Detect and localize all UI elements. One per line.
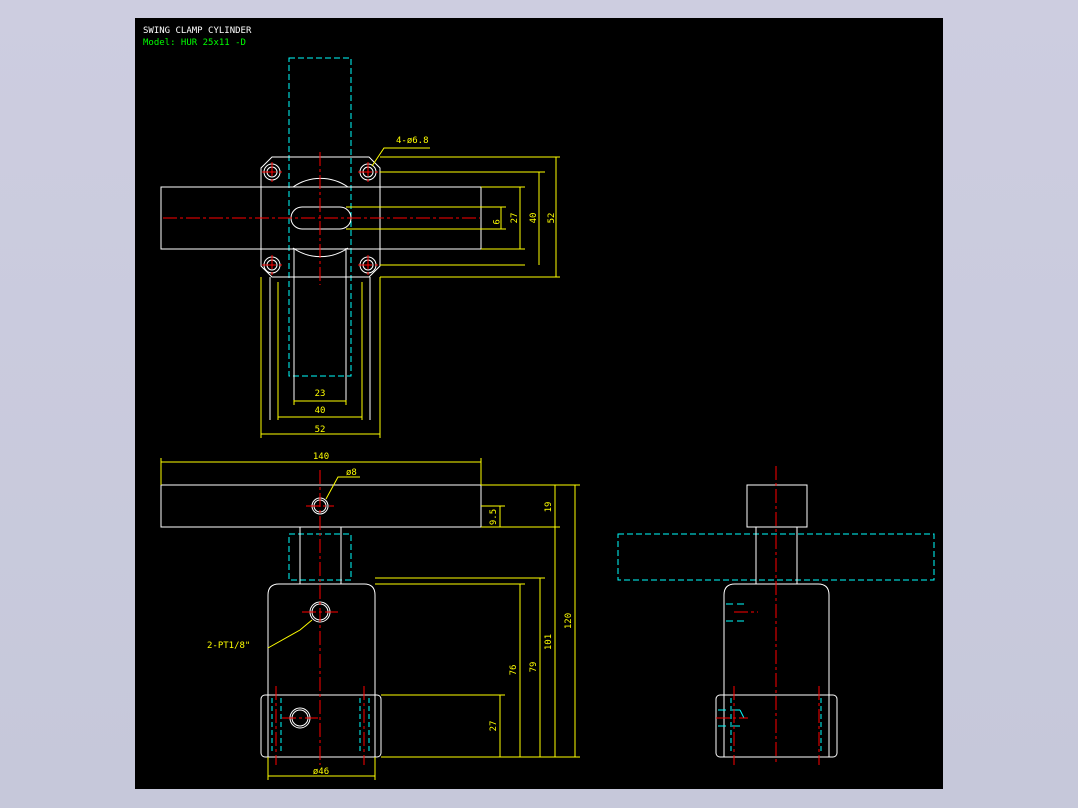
cad-drawing: SWING CLAMP CYLINDER Model: HUR 25x11 -D (135, 18, 943, 789)
model-space[interactable] (135, 18, 943, 789)
dim-pin-dia: ø8 (346, 468, 357, 478)
dim-27: 27 (489, 721, 499, 732)
dim-101: 101 (544, 634, 554, 650)
dim-body-40: 40 (529, 213, 539, 224)
dim-flange-h-52: 52 (315, 425, 326, 435)
cad-viewport[interactable]: SWING CLAMP CYLINDER Model: HUR 25x11 -D (0, 0, 1078, 808)
dim-slot-width: 9 (490, 219, 500, 224)
drawing-title: SWING CLAMP CYLINDER (143, 26, 252, 36)
dim-pin-height: 9.5 (489, 509, 499, 525)
dim-arm-height: 19 (544, 502, 554, 513)
dim-arm-23: 23 (315, 389, 326, 399)
dim-76: 76 (509, 665, 519, 676)
hole-callout: 4-ø6.8 (396, 136, 429, 146)
dim-body-h-40: 40 (315, 406, 326, 416)
dim-pitch-27: 27 (510, 213, 520, 224)
dim-body-dia: ø46 (313, 767, 329, 777)
port-callout: 2-PT1/8" (207, 641, 250, 651)
dim-flange-52: 52 (547, 213, 557, 224)
dim-arm-length: 140 (313, 452, 329, 462)
dim-120: 120 (564, 613, 574, 629)
model-number: Model: HUR 25x11 -D (143, 38, 246, 48)
dim-79: 79 (529, 662, 539, 673)
